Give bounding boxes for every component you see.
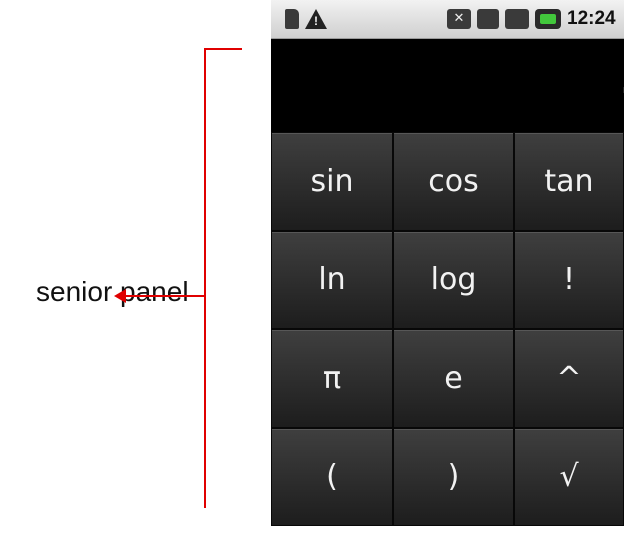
cos-key[interactable]: cos <box>393 132 514 231</box>
annotation-bracket-vertical <box>204 48 206 508</box>
annotation-arrow-line <box>124 295 206 297</box>
warning-mark-icon: ! <box>314 14 318 28</box>
status-time: 12:24 <box>567 8 616 29</box>
sd-card-icon <box>285 9 299 29</box>
annotation-bracket-top <box>204 48 242 50</box>
calculator-display[interactable]: . <box>271 39 624 132</box>
battery-icon <box>535 9 561 29</box>
e-key[interactable]: e <box>393 329 514 428</box>
sqrt-key[interactable]: √ <box>514 427 624 526</box>
phone-screen: ! ✕ 12:24 . sin cos tan ln log ! π e ^ (… <box>271 0 624 526</box>
annotation-arrow-head-icon <box>114 289 126 303</box>
battery-level <box>540 14 556 24</box>
power-key[interactable]: ^ <box>514 329 624 428</box>
display-value: . <box>619 53 624 101</box>
ln-key[interactable]: ln <box>271 230 393 329</box>
status-bar: ! ✕ 12:24 <box>271 0 624 39</box>
sin-key[interactable]: sin <box>271 132 393 231</box>
mute-icon: ✕ <box>447 9 471 29</box>
tan-key[interactable]: tan <box>514 132 624 231</box>
annotation-label: senior panel <box>36 276 189 307</box>
close-paren-key[interactable]: ) <box>393 427 514 526</box>
data-icon <box>477 9 499 29</box>
signal-icon <box>505 9 529 29</box>
pi-key[interactable]: π <box>271 329 393 428</box>
factorial-key[interactable]: ! <box>514 230 624 329</box>
log-key[interactable]: log <box>393 230 514 329</box>
advanced-keypad: sin cos tan ln log ! π e ^ ( ) √ <box>271 132 624 526</box>
open-paren-key[interactable]: ( <box>271 427 393 526</box>
